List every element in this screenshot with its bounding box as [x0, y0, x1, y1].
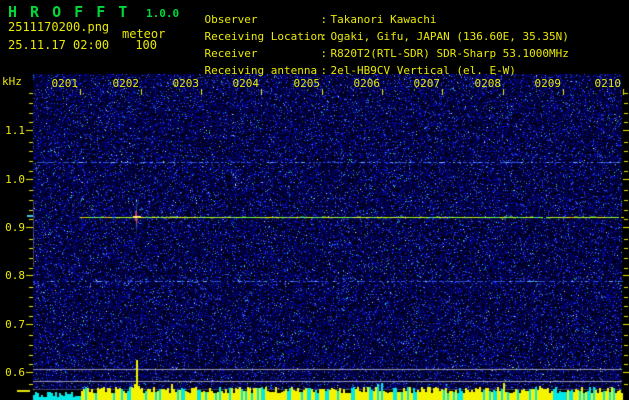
time-tick-label: 0208 — [474, 77, 502, 90]
freq-tick-label: 1.0 — [5, 173, 25, 186]
time-tick-label: 0204 — [232, 77, 260, 90]
time-tick-label: 0210 — [594, 77, 622, 90]
time-tick-label: 0209 — [534, 77, 562, 90]
app-version: 1.0.0 — [146, 7, 180, 20]
time-tick-label: 0206 — [353, 77, 381, 90]
time-tick-label: 0201 — [51, 77, 79, 90]
info-colon: : — [320, 64, 328, 77]
count-label: 100 — [135, 38, 157, 52]
freq-unit-label: kHz — [2, 75, 22, 88]
hrofft-screenshot: H R O F F T 1.0.0 2511170200.png meteor … — [0, 0, 629, 400]
time-tick-label: 0202 — [112, 77, 140, 90]
freq-tick-label: 0.8 — [5, 269, 25, 282]
time-tick-label: 0203 — [172, 77, 200, 90]
time-tick-label: 0207 — [413, 77, 441, 90]
freq-tick-label: 1.1 — [5, 124, 25, 137]
timestamp-label: 25.11.17 02:00 — [8, 38, 110, 52]
freq-tick-label: 0.7 — [5, 318, 25, 331]
freq-tick-label: 0.6 — [5, 366, 25, 379]
freq-tick-label: 0.9 — [5, 221, 25, 234]
filename-label: 2511170200.png — [8, 20, 110, 34]
info-label: Receiving antenna — [204, 64, 318, 77]
time-tick-label: 0205 — [293, 77, 321, 90]
info-value: 2el-HB9CV Vertical (el. E-W) — [330, 64, 516, 77]
app-title: H R O F F T — [8, 3, 130, 21]
